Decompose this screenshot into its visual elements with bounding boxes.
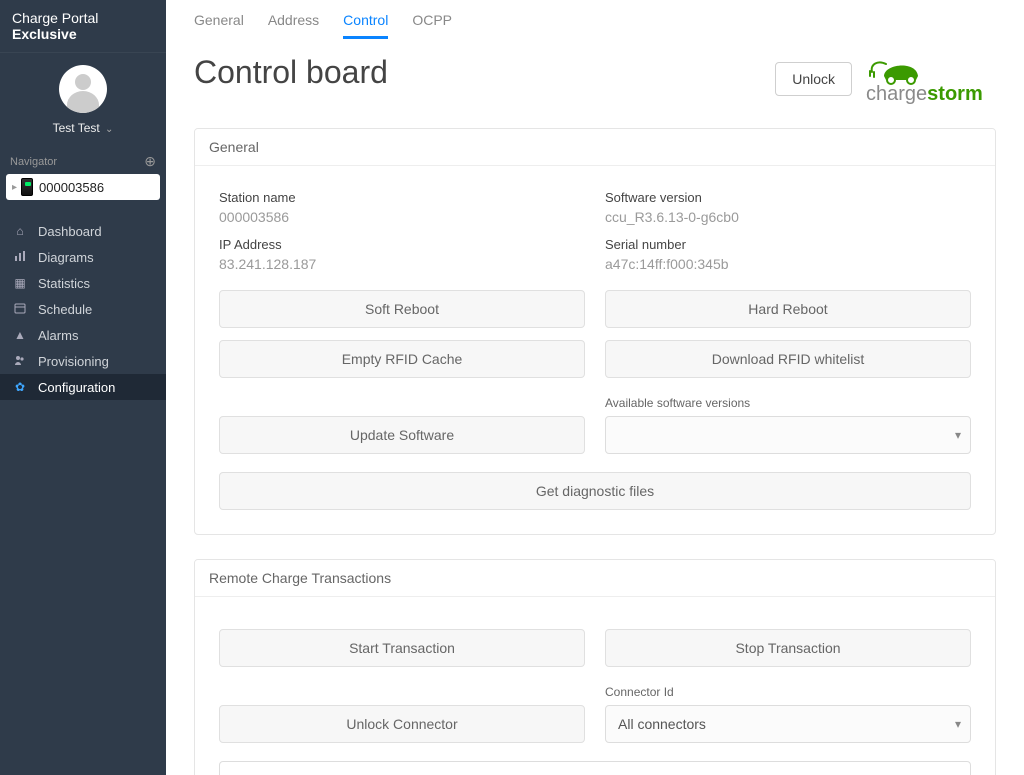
- chevron-down-icon: ⌄: [103, 124, 113, 135]
- hard-reboot-button[interactable]: Hard Reboot: [605, 290, 971, 328]
- soft-reboot-button[interactable]: Soft Reboot: [219, 290, 585, 328]
- unlock-button[interactable]: Unlock: [775, 62, 852, 96]
- unlock-connector-button[interactable]: Unlock Connector: [219, 705, 585, 743]
- sidebar: Charge Portal Exclusive Test Test ⌄ Navi…: [0, 0, 166, 775]
- gear-icon: ✿: [12, 380, 28, 394]
- field-value: ccu_R3.6.13-0-g6cb0: [605, 209, 971, 225]
- sidebar-item-alarms[interactable]: ▲ Alarms: [0, 322, 166, 348]
- available-sw-label: Available software versions: [605, 396, 971, 410]
- navigator-header: Navigator ⊕: [0, 145, 166, 174]
- field-station-name: Station name 000003586: [219, 190, 585, 225]
- sidebar-item-configuration[interactable]: ✿ Configuration: [0, 374, 166, 400]
- avatar: [59, 65, 107, 113]
- grid-icon: ▦: [12, 276, 28, 290]
- brand-prefix: Charge Portal: [12, 10, 98, 26]
- card-id-input[interactable]: [219, 761, 971, 775]
- sidebar-menu: ⌂ Dashboard Diagrams ▦ Statistics Schedu…: [0, 218, 166, 400]
- sidebar-item-label: Diagrams: [38, 250, 94, 265]
- navigator-item[interactable]: ▸ 000003586: [6, 174, 160, 200]
- sidebar-item-label: Configuration: [38, 380, 115, 395]
- sidebar-item-label: Schedule: [38, 302, 92, 317]
- download-rfid-whitelist-button[interactable]: Download RFID whitelist: [605, 340, 971, 378]
- available-sw-select[interactable]: [605, 416, 971, 454]
- app-brand: Charge Portal Exclusive: [0, 0, 166, 53]
- sidebar-item-label: Alarms: [38, 328, 78, 343]
- navigator-tree: ▸ 000003586: [0, 174, 166, 212]
- panel-remote-header: Remote Charge Transactions: [195, 560, 995, 597]
- start-transaction-button[interactable]: Start Transaction: [219, 629, 585, 667]
- tab-general[interactable]: General: [194, 8, 244, 39]
- field-serial-number: Serial number a47c:14ff:f000:345b: [605, 237, 971, 272]
- sidebar-item-label: Dashboard: [38, 224, 102, 239]
- tab-control[interactable]: Control: [343, 8, 388, 39]
- field-label: Station name: [219, 190, 585, 205]
- sidebar-item-label: Statistics: [38, 276, 90, 291]
- svg-text:chargestorm: chargestorm: [866, 83, 983, 104]
- subpage-tabs: General Address Control OCPP: [166, 0, 1024, 40]
- sidebar-item-dashboard[interactable]: ⌂ Dashboard: [0, 218, 166, 244]
- brand-logo: chargestorm: [866, 54, 996, 104]
- field-label: Serial number: [605, 237, 971, 252]
- brand-suffix: Exclusive: [12, 26, 77, 42]
- field-software-version: Software version ccu_R3.6.13-0-g6cb0: [605, 190, 971, 225]
- users-icon: [12, 354, 28, 369]
- get-diagnostic-files-button[interactable]: Get diagnostic files: [219, 472, 971, 510]
- user-name: Test Test ⌄: [0, 121, 166, 135]
- sidebar-item-label: Provisioning: [38, 354, 109, 369]
- sidebar-item-schedule[interactable]: Schedule: [0, 296, 166, 322]
- field-label: Software version: [605, 190, 971, 205]
- field-value: 000003586: [219, 209, 585, 225]
- user-block[interactable]: Test Test ⌄: [0, 53, 166, 145]
- connector-id-select[interactable]: All connectors: [605, 705, 971, 743]
- navigator-label: Navigator: [10, 156, 57, 168]
- panel-general-header: General: [195, 129, 995, 166]
- search-icon[interactable]: ⊕: [144, 153, 156, 170]
- main-content: General Address Control OCPP Control boa…: [166, 0, 1024, 775]
- home-icon: ⌂: [12, 224, 28, 238]
- field-value: 83.241.128.187: [219, 256, 585, 272]
- field-value: a47c:14ff:f000:345b: [605, 256, 971, 272]
- page-title: Control board: [194, 54, 388, 91]
- station-chip-icon: [21, 178, 33, 196]
- field-ip-address: IP Address 83.241.128.187: [219, 237, 585, 272]
- sidebar-item-statistics[interactable]: ▦ Statistics: [0, 270, 166, 296]
- user-name-text: Test Test: [53, 121, 100, 135]
- update-software-button[interactable]: Update Software: [219, 416, 585, 454]
- tab-ocpp[interactable]: OCPP: [412, 8, 452, 39]
- chart-icon: [12, 250, 28, 265]
- calendar-icon: [12, 302, 28, 317]
- connector-id-label: Connector Id: [605, 685, 971, 699]
- warning-icon: ▲: [12, 328, 28, 342]
- stop-transaction-button[interactable]: Stop Transaction: [605, 629, 971, 667]
- tab-address[interactable]: Address: [268, 8, 319, 39]
- panel-remote-transactions: Remote Charge Transactions Start Transac…: [194, 559, 996, 775]
- sidebar-item-provisioning[interactable]: Provisioning: [0, 348, 166, 374]
- panel-general: General Station name 000003586 Software …: [194, 128, 996, 535]
- sidebar-item-diagrams[interactable]: Diagrams: [0, 244, 166, 270]
- navigator-item-label: 000003586: [39, 180, 104, 195]
- field-label: IP Address: [219, 237, 585, 252]
- empty-rfid-cache-button[interactable]: Empty RFID Cache: [219, 340, 585, 378]
- caret-right-icon: ▸: [12, 182, 17, 193]
